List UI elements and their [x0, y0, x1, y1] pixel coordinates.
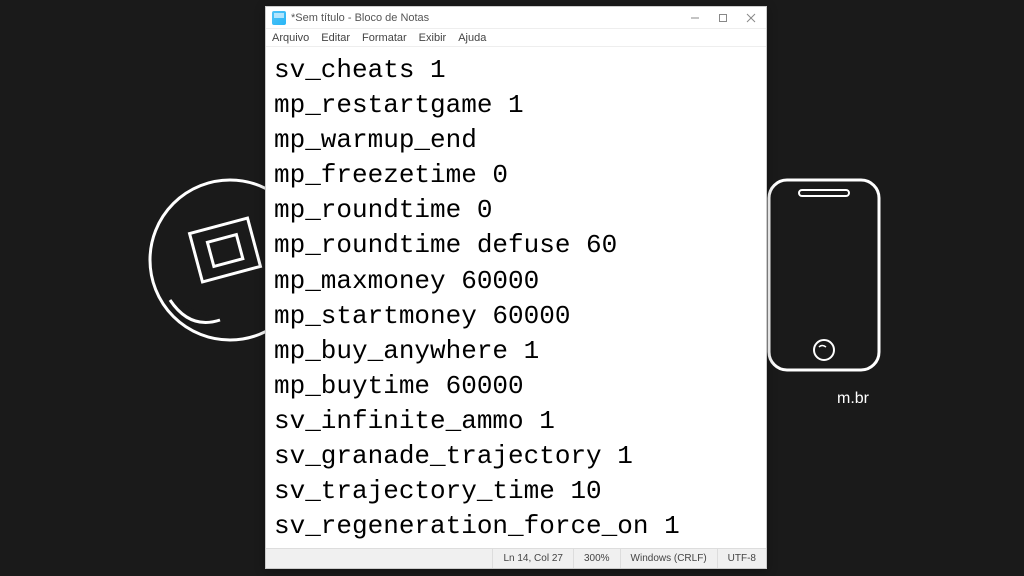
- maximize-button[interactable]: [716, 11, 730, 25]
- titlebar: *Sem título - Bloco de Notas: [266, 7, 766, 29]
- window-title: *Sem título - Bloco de Notas: [291, 12, 688, 24]
- statusbar: Ln 14, Col 27 300% Windows (CRLF) UTF-8: [266, 548, 766, 568]
- status-line-ending: Windows (CRLF): [620, 549, 717, 568]
- minimize-button[interactable]: [688, 11, 702, 25]
- notepad-icon: [272, 11, 286, 25]
- status-position: Ln 14, Col 27: [492, 549, 573, 568]
- menu-edit[interactable]: Editar: [321, 32, 350, 44]
- menu-format[interactable]: Formatar: [362, 32, 407, 44]
- notepad-window: *Sem título - Bloco de Notas Arquivo Edi…: [265, 6, 767, 569]
- status-encoding: UTF-8: [717, 549, 766, 568]
- status-zoom: 300%: [573, 549, 620, 568]
- close-button[interactable]: [744, 11, 758, 25]
- menu-file[interactable]: Arquivo: [272, 32, 309, 44]
- background-domain-text: m.br: [837, 390, 869, 408]
- text-editor[interactable]: sv_cheats 1 mp_restartgame 1 mp_warmup_e…: [266, 47, 766, 548]
- menu-view[interactable]: Exibir: [419, 32, 447, 44]
- menubar: Arquivo Editar Formatar Exibir Ajuda: [266, 29, 766, 47]
- window-controls: [688, 11, 758, 25]
- menu-help[interactable]: Ajuda: [458, 32, 486, 44]
- background-phone-icon: [764, 175, 884, 375]
